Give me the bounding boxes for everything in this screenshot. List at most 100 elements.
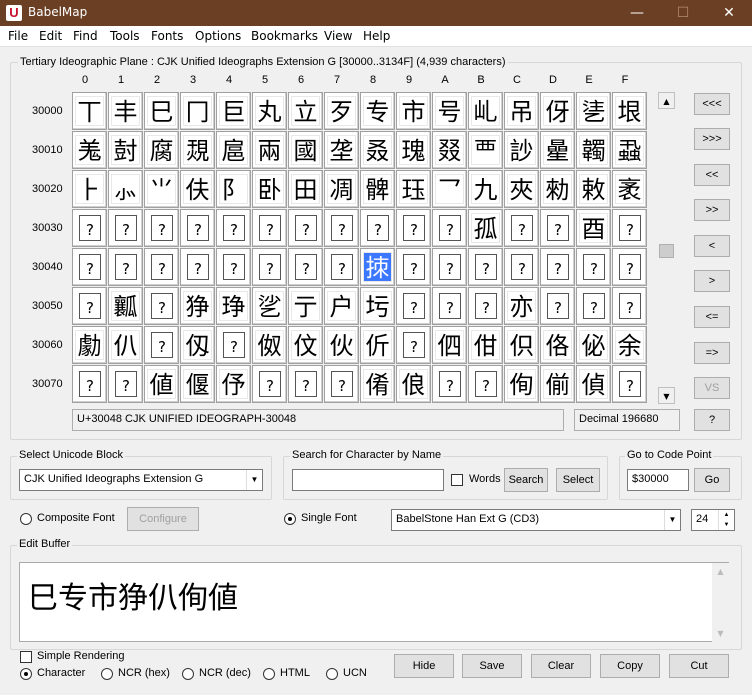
character-cell[interactable]: ? [324, 365, 359, 403]
character-cell[interactable]: ? [504, 248, 539, 286]
character-cell[interactable]: ? [540, 209, 575, 247]
next-block-button[interactable]: >> [694, 199, 730, 221]
character-cell[interactable]: ? [324, 209, 359, 247]
character-cell[interactable]: ? [144, 326, 179, 364]
character-cell[interactable]: 伵 [432, 326, 467, 364]
menu-options[interactable]: Options [195, 29, 241, 43]
character-cell[interactable]: 韣 [576, 131, 611, 169]
character-cell[interactable]: ? [252, 209, 287, 247]
character-cell[interactable]: ? [180, 209, 215, 247]
character-cell[interactable]: 巳 [144, 92, 179, 130]
character-cell[interactable]: ? [72, 209, 107, 247]
character-cell[interactable]: ? [252, 248, 287, 286]
mode-character-radio[interactable] [20, 668, 32, 680]
character-cell[interactable]: 仈 [108, 326, 143, 364]
character-cell[interactable]: ? [468, 365, 503, 403]
character-cell[interactable]: 拺 [360, 248, 395, 286]
unicode-block-select[interactable]: CJK Unified Ideographs Extension G ▼ [19, 469, 263, 491]
menu-bookmarks[interactable]: Bookmarks [251, 29, 318, 43]
character-cell[interactable]: 圬 [360, 287, 395, 325]
character-cell[interactable]: ? [468, 248, 503, 286]
character-cell[interactable]: 仭 [180, 326, 215, 364]
words-checkbox[interactable] [451, 474, 463, 486]
menu-edit[interactable]: Edit [39, 29, 62, 43]
character-cell[interactable]: ? [144, 209, 179, 247]
mode-ncr-dec-radio[interactable] [182, 668, 194, 680]
simple-rendering-checkbox[interactable] [20, 651, 32, 663]
scroll-thumb[interactable] [659, 244, 674, 258]
scroll-down-arrow-icon[interactable]: ▼ [712, 625, 729, 642]
character-cell[interactable]: ? [612, 248, 647, 286]
character-cell[interactable]: 偃 [180, 365, 215, 403]
single-font-radio[interactable] [284, 513, 296, 525]
character-cell[interactable]: ? [468, 287, 503, 325]
character-cell[interactable]: 亍 [288, 287, 323, 325]
character-cell[interactable]: 乷 [252, 287, 287, 325]
character-cell[interactable]: ? [396, 209, 431, 247]
character-cell[interactable]: 伿 [504, 326, 539, 364]
character-cell[interactable]: ? [288, 209, 323, 247]
maximize-button[interactable]: ☐ [660, 0, 706, 26]
character-cell[interactable]: 冂 [180, 92, 215, 130]
character-cell[interactable]: 伙 [324, 326, 359, 364]
character-cell[interactable]: 叒 [360, 131, 395, 169]
character-cell[interactable]: ? [216, 326, 251, 364]
character-cell[interactable]: ? [108, 209, 143, 247]
character-cell[interactable]: 垠 [612, 92, 647, 130]
character-cell[interactable]: 琤 [216, 287, 251, 325]
variation-selector-button[interactable]: VS [694, 377, 730, 399]
character-cell[interactable]: ? [180, 248, 215, 286]
character-cell[interactable]: 覝 [180, 131, 215, 169]
go-button[interactable]: Go [694, 468, 730, 492]
character-cell[interactable]: ? [432, 287, 467, 325]
character-cell[interactable]: ? [216, 248, 251, 286]
character-cell[interactable]: 吊 [504, 92, 539, 130]
composite-font-radio[interactable] [20, 513, 32, 525]
character-cell[interactable]: 偵 [576, 365, 611, 403]
minimize-button[interactable]: — [614, 0, 660, 26]
character-cell[interactable]: ? [432, 248, 467, 286]
mode-html-radio[interactable] [263, 668, 275, 680]
character-cell[interactable]: 田 [288, 170, 323, 208]
font-size-stepper[interactable]: 24 ▲ ▼ [691, 509, 735, 531]
chevron-down-icon[interactable]: ▼ [664, 510, 680, 530]
character-cell[interactable]: 國 [288, 131, 323, 169]
character-cell[interactable]: 酉 [576, 209, 611, 247]
last-block-button[interactable]: >>> [694, 128, 730, 150]
character-cell[interactable]: ? [216, 209, 251, 247]
character-cell[interactable]: ? [612, 209, 647, 247]
character-cell[interactable]: 蝨 [612, 131, 647, 169]
character-cell[interactable]: 曐 [540, 131, 575, 169]
character-cell[interactable]: ? [432, 209, 467, 247]
select-button[interactable]: Select [556, 468, 600, 492]
character-cell[interactable]: ? [396, 287, 431, 325]
code-point-input[interactable]: $30000 [627, 469, 689, 491]
character-cell[interactable]: 凋 [324, 170, 359, 208]
edit-buffer-scrollbar[interactable]: ▲ ▼ [712, 563, 729, 642]
character-cell[interactable]: 伃 [216, 365, 251, 403]
next-char-button[interactable]: => [694, 342, 730, 364]
character-cell[interactable]: 号 [432, 92, 467, 130]
character-cell[interactable]: ? [108, 248, 143, 286]
character-cell[interactable]: ? [144, 248, 179, 286]
character-cell[interactable]: 訬 [504, 131, 539, 169]
character-cell[interactable]: 兩 [252, 131, 287, 169]
menu-tools[interactable]: Tools [110, 29, 140, 43]
menu-file[interactable]: File [8, 29, 28, 43]
character-cell[interactable]: ⺌ [144, 170, 179, 208]
next-page-button[interactable]: > [694, 270, 730, 292]
character-cell[interactable]: ? [324, 248, 359, 286]
character-cell[interactable]: 偂 [540, 365, 575, 403]
character-cell[interactable]: 佫 [540, 326, 575, 364]
character-cell[interactable]: 立 [288, 92, 323, 130]
character-cell[interactable]: 値 [144, 365, 179, 403]
edit-buffer-textarea[interactable]: 巳专市狰仈侚値 ▲ ▼ [19, 562, 729, 642]
character-cell[interactable]: 瑰 [396, 131, 431, 169]
character-cell[interactable]: 九 [468, 170, 503, 208]
prev-block-button[interactable]: << [694, 164, 730, 186]
close-button[interactable]: ✕ [706, 0, 752, 26]
character-cell[interactable]: ? [288, 365, 323, 403]
menu-view[interactable]: View [324, 29, 352, 43]
character-cell[interactable]: 瓤 [108, 287, 143, 325]
grid-scrollbar[interactable]: ▲ ▼ [658, 92, 675, 404]
